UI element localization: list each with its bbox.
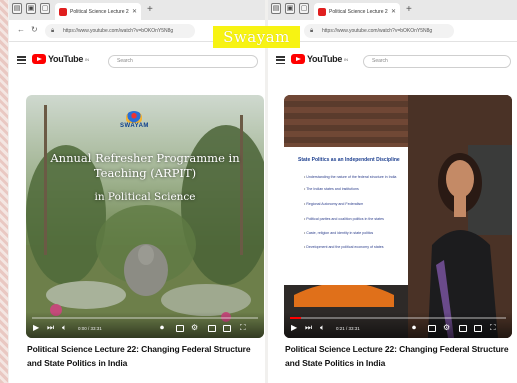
hamburger-menu-icon[interactable] bbox=[17, 56, 26, 64]
vertical-tabs-icon[interactable]: ▢ bbox=[299, 3, 309, 14]
play-icon[interactable]: ▶ bbox=[33, 323, 39, 332]
search-input[interactable]: Search bbox=[363, 55, 511, 68]
url-text: https://www.youtube.com/watch?v=bOKOnY5N… bbox=[322, 28, 433, 34]
autoplay-toggle-icon[interactable]: ⏺ bbox=[412, 323, 416, 332]
youtube-region: IN bbox=[344, 56, 349, 62]
address-bar-row: ← ↻ 🔒︎ https://www.youtube.com/watch?v=b… bbox=[268, 20, 517, 42]
youtube-logo-text: YouTube bbox=[48, 54, 84, 64]
video-title: Political Science Lecture 22: Changing F… bbox=[285, 344, 509, 368]
youtube-logo[interactable]: YouTube IN bbox=[32, 54, 89, 64]
progress-fill bbox=[290, 317, 301, 319]
browser-window-left: ▤ ▣ ▢ Political Science Lecture 22: Cha … bbox=[9, 0, 265, 383]
url-text: https://www.youtube.com/watch?v=bOKOnY5N… bbox=[63, 28, 174, 34]
hamburger-menu-icon[interactable] bbox=[276, 56, 285, 64]
browser-tab[interactable]: Political Science Lecture 22: Cha ✕ bbox=[314, 3, 400, 20]
swayam-emblem-icon bbox=[126, 111, 143, 123]
progress-bar[interactable] bbox=[32, 317, 258, 319]
progress-bar[interactable] bbox=[290, 317, 506, 319]
tab-actions-icon[interactable]: ▣ bbox=[26, 3, 36, 14]
tab-bar: ▤ ▣ ▢ Political Science Lecture 22: Cha … bbox=[9, 0, 265, 20]
new-tab-plus-icon[interactable]: + bbox=[147, 4, 153, 16]
tab-actions-icon[interactable]: ▣ bbox=[285, 3, 295, 14]
youtube-region: IN bbox=[85, 56, 90, 62]
video-player[interactable]: SWAYAM Annual Refresher Programme in Tea… bbox=[26, 95, 264, 338]
vertical-tabs-icon[interactable]: ▢ bbox=[40, 3, 50, 14]
lock-icon: 🔒︎ bbox=[310, 28, 314, 34]
video-slide-subtitle: in Political Science bbox=[94, 191, 196, 203]
miniplayer-icon[interactable] bbox=[459, 325, 467, 332]
settings-gear-icon[interactable]: ⚙ bbox=[191, 323, 198, 332]
browser-window-right: ▤ ▣ ▢ Political Science Lecture 22: Cha … bbox=[268, 0, 517, 383]
player-controls: ▶ ⏭ 🔈︎ 0:21 / 33:31 ⏺ ⚙ ⛶ bbox=[284, 312, 512, 338]
close-icon[interactable]: ✕ bbox=[391, 8, 396, 15]
volume-icon[interactable]: 🔈︎ bbox=[320, 323, 325, 332]
decorative-border bbox=[0, 0, 8, 383]
youtube-favicon-icon bbox=[59, 7, 67, 16]
slide-heading: State Politics as an Independent Discipl… bbox=[298, 157, 400, 163]
fullscreen-icon[interactable]: ⛶ bbox=[490, 323, 496, 332]
slide-bullet: Caste, religion and identity in state po… bbox=[304, 231, 373, 235]
browser-tab[interactable]: Political Science Lecture 22: Cha ✕ bbox=[55, 3, 141, 20]
next-icon[interactable]: ⏭ bbox=[305, 323, 312, 332]
youtube-header: YouTube IN Search bbox=[9, 50, 265, 72]
url-field[interactable]: 🔒︎ https://www.youtube.com/watch?v=bOKOn… bbox=[45, 24, 195, 38]
swayam-logo: SWAYAM bbox=[120, 111, 149, 129]
window-controls: ▤ ▣ ▢ bbox=[271, 3, 309, 14]
back-arrow-icon[interactable]: ← bbox=[17, 25, 25, 35]
lecturer-image bbox=[408, 95, 512, 338]
search-input[interactable]: Search bbox=[108, 55, 258, 68]
video-slide-title: Annual Refresher Programme in Teaching (… bbox=[50, 151, 240, 180]
video-player[interactable]: State Politics as an Independent Discipl… bbox=[284, 95, 512, 338]
url-field[interactable]: 🔒︎ https://www.youtube.com/watch?v=bOKOn… bbox=[304, 24, 454, 38]
youtube-favicon-icon bbox=[318, 7, 326, 16]
settings-gear-icon[interactable]: ⚙ bbox=[443, 323, 450, 332]
slide-bullet: The Indian states and institutions bbox=[304, 187, 359, 191]
autoplay-toggle-icon[interactable]: ⏺ bbox=[160, 323, 164, 332]
swayam-logo-text: SWAYAM bbox=[120, 123, 149, 129]
tab-title: Political Science Lecture 22: Cha bbox=[70, 8, 129, 15]
youtube-logo-text: YouTube bbox=[307, 54, 343, 64]
youtube-header: YouTube IN Search bbox=[268, 50, 517, 72]
player-controls: ▶ ⏭ 🔈︎ 0:00 / 33:31 ⏺ ⚙ ⛶ bbox=[26, 312, 264, 338]
tab-bar: ▤ ▣ ▢ Political Science Lecture 22: Cha … bbox=[268, 0, 517, 20]
new-tab-plus-icon[interactable]: + bbox=[406, 4, 412, 16]
youtube-play-icon bbox=[291, 54, 305, 64]
volume-icon[interactable]: 🔈︎ bbox=[62, 323, 67, 332]
subtitles-icon[interactable] bbox=[176, 325, 184, 332]
workspace-icon[interactable]: ▤ bbox=[12, 3, 22, 14]
youtube-logo[interactable]: YouTube IN bbox=[291, 54, 348, 64]
subtitles-icon[interactable] bbox=[428, 325, 436, 332]
video-title: Political Science Lecture 22: Changing F… bbox=[27, 344, 251, 368]
theater-mode-icon[interactable] bbox=[474, 325, 482, 332]
youtube-play-icon bbox=[32, 54, 46, 64]
slide-bullet: Development and the political economy of… bbox=[304, 245, 383, 249]
slide-bullet: Political parties and coalition politics… bbox=[304, 217, 384, 221]
fullscreen-icon[interactable]: ⛶ bbox=[240, 323, 246, 332]
time-display: 0:00 / 33:31 bbox=[78, 326, 102, 331]
lecture-slide: State Politics as an Independent Discipl… bbox=[284, 147, 408, 285]
tab-title: Political Science Lecture 22: Cha bbox=[329, 8, 388, 15]
lock-icon: 🔒︎ bbox=[51, 28, 55, 34]
garden-scene bbox=[26, 105, 264, 338]
slide-bullet: Understanding the nature of the federal … bbox=[304, 175, 396, 179]
refresh-icon[interactable]: ↻ bbox=[31, 25, 38, 35]
play-icon[interactable]: ▶ bbox=[291, 323, 297, 332]
miniplayer-icon[interactable] bbox=[208, 325, 216, 332]
next-icon[interactable]: ⏭ bbox=[47, 323, 54, 332]
theater-mode-icon[interactable] bbox=[223, 325, 231, 332]
swayam-overlay-label: Swayam bbox=[213, 26, 300, 48]
close-icon[interactable]: ✕ bbox=[132, 8, 137, 15]
workspace-icon[interactable]: ▤ bbox=[271, 3, 281, 14]
time-display: 0:21 / 33:31 bbox=[336, 326, 360, 331]
slide-bullet: Regional Autonomy and Federalism bbox=[304, 202, 363, 206]
window-controls: ▤ ▣ ▢ bbox=[12, 3, 50, 14]
